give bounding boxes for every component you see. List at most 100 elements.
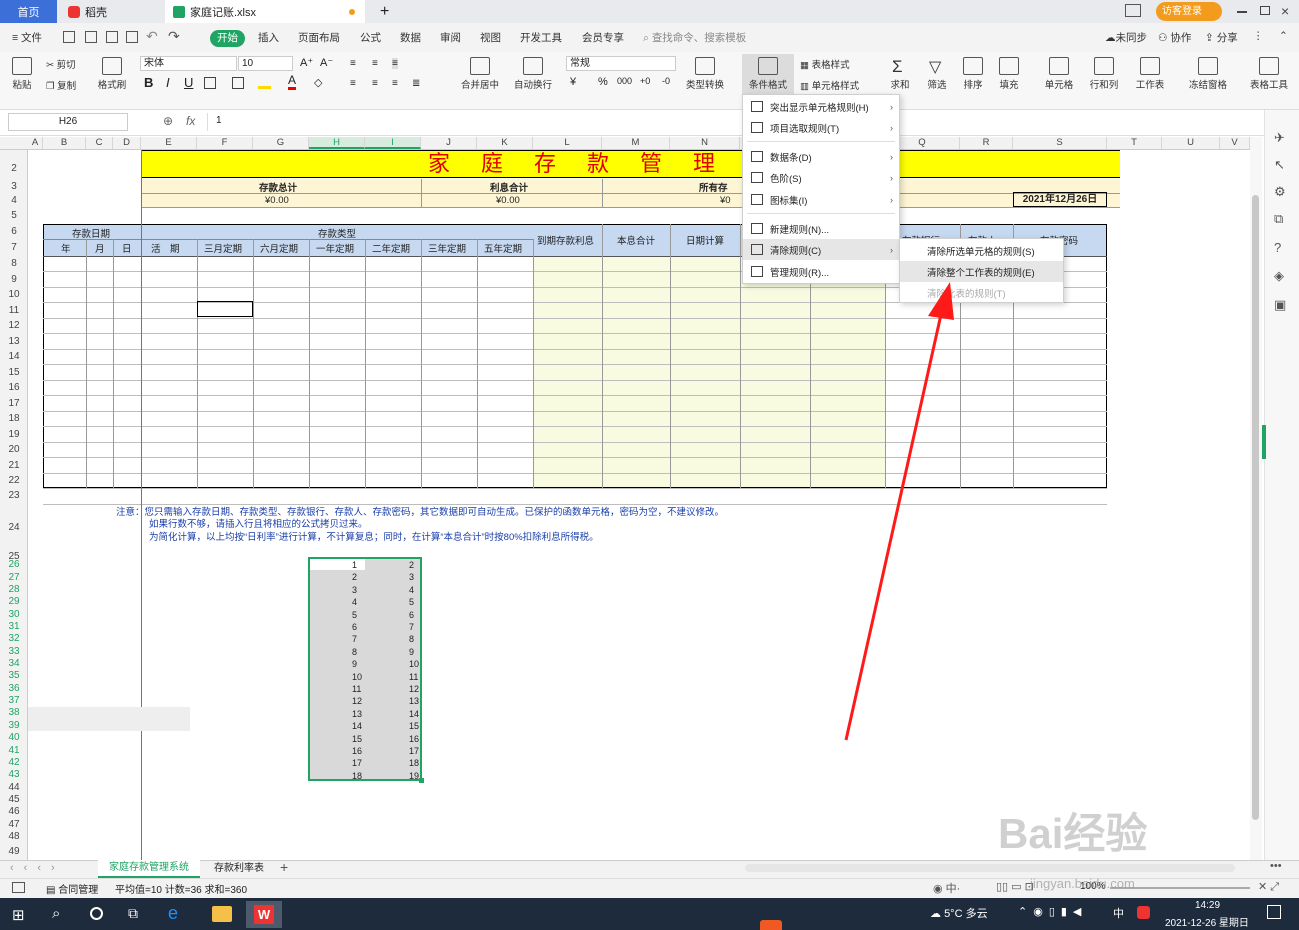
- view-mode-icons[interactable]: ▯▯ ▭ ⊡: [996, 880, 1034, 893]
- sheet-button[interactable]: 工作表: [1130, 57, 1170, 91]
- cortana-icon[interactable]: [90, 907, 103, 920]
- selected-cell-I[interactable]: 9: [409, 647, 414, 657]
- column-header-K[interactable]: K: [477, 137, 533, 149]
- selected-cell-I[interactable]: 4: [409, 585, 414, 595]
- menu-new-rule[interactable]: 新建规则(N)...: [743, 218, 899, 239]
- tab-review[interactable]: 审阅: [440, 30, 461, 45]
- tab-insert[interactable]: 插入: [258, 30, 279, 45]
- sum-button[interactable]: Σ 求和: [886, 57, 914, 91]
- layout-icon[interactable]: [1125, 4, 1141, 17]
- sheet-tab-rates[interactable]: 存款利率表: [203, 860, 275, 878]
- fullscreen-icon[interactable]: ✕ ⤢: [1258, 880, 1279, 894]
- column-header-U[interactable]: U: [1162, 137, 1220, 149]
- scroll-thumb[interactable]: [1252, 195, 1259, 820]
- restore-icon[interactable]: [1260, 6, 1270, 15]
- sort-button[interactable]: 排序: [958, 57, 988, 91]
- font-select[interactable]: 宋体: [140, 56, 237, 71]
- font-shrink-icon[interactable]: A⁻: [320, 56, 333, 69]
- table-tools-button[interactable]: 表格工具: [1245, 57, 1293, 91]
- cursor-icon[interactable]: ↖: [1274, 157, 1285, 173]
- close-icon[interactable]: ×: [1281, 3, 1289, 19]
- selected-cell-H[interactable]: 14: [352, 721, 362, 731]
- bold-icon[interactable]: B: [144, 75, 153, 90]
- column-header-N[interactable]: N: [670, 137, 740, 149]
- align-right-icon[interactable]: ≡: [392, 78, 398, 89]
- column-header-E[interactable]: E: [141, 137, 197, 149]
- selected-cell-H[interactable]: 17: [352, 758, 362, 768]
- selected-cell-H[interactable]: 15: [352, 734, 362, 744]
- justify-icon[interactable]: ≣: [412, 78, 420, 89]
- font-grow-icon[interactable]: A⁺: [300, 56, 313, 69]
- align-bottom-icon[interactable]: ≡: [392, 58, 398, 69]
- rowcol-button[interactable]: 行和列: [1085, 57, 1123, 91]
- selected-cell-I[interactable]: 7: [409, 622, 414, 632]
- selected-cell-H[interactable]: 1: [352, 560, 357, 570]
- ime-indicator[interactable]: 中: [1113, 905, 1124, 921]
- command-search[interactable]: ⌕ 查找命令、搜索模板: [643, 30, 746, 45]
- cut-button[interactable]: ✂ 剪切: [46, 57, 86, 71]
- fill-button[interactable]: 填充: [994, 57, 1024, 91]
- selected-cell-I[interactable]: 11: [409, 672, 418, 682]
- date-cell[interactable]: 2021年12月26日: [1013, 192, 1107, 207]
- cell-button[interactable]: 单元格: [1040, 57, 1078, 91]
- selected-cell-I[interactable]: 16: [409, 734, 419, 744]
- tab-file[interactable]: 家庭记账.xlsx: [165, 0, 365, 23]
- selected-cell-I[interactable]: 17: [409, 746, 419, 756]
- number-format-select[interactable]: 常规: [566, 56, 676, 71]
- tab-data[interactable]: 数据: [400, 30, 421, 45]
- column-header-L[interactable]: L: [533, 137, 602, 149]
- selected-cell-H[interactable]: 2: [352, 572, 357, 582]
- selected-cell-H[interactable]: 11: [352, 684, 361, 694]
- menu-databar[interactable]: 数据条(D) ›: [743, 146, 899, 167]
- sheet-tab-active[interactable]: 家庭存款管理系统: [98, 860, 200, 878]
- column-header-C[interactable]: C: [86, 137, 113, 149]
- paste-button[interactable]: 粘贴: [8, 57, 36, 91]
- selected-cell-H[interactable]: 8: [352, 647, 357, 657]
- minimize-icon[interactable]: [1237, 11, 1247, 13]
- freeze-button[interactable]: 冻结窗格: [1183, 57, 1233, 91]
- eye-protection-icon[interactable]: ◉ 中·: [933, 880, 960, 896]
- ime-toolbar[interactable]: [760, 918, 930, 930]
- notification-icon[interactable]: [1267, 905, 1281, 919]
- login-button[interactable]: 访客登录: [1156, 2, 1222, 21]
- selected-cell-H[interactable]: 3: [352, 585, 357, 595]
- print-icon[interactable]: [106, 31, 118, 43]
- tab-page-layout[interactable]: 页面布局: [298, 30, 340, 45]
- selected-cell-I[interactable]: 8: [409, 634, 414, 644]
- tab-member[interactable]: 会员专享: [582, 30, 624, 45]
- selected-cell-H[interactable]: 10: [352, 672, 362, 682]
- selected-cell-H[interactable]: 7: [352, 634, 357, 644]
- selected-cell-H[interactable]: 18: [352, 771, 362, 781]
- formula-input[interactable]: 1: [207, 113, 1262, 131]
- filter-button[interactable]: ▽ 筛选: [922, 57, 952, 91]
- column-header-H[interactable]: H: [309, 137, 365, 149]
- selected-cell-I[interactable]: 15: [409, 721, 419, 731]
- percent-icon[interactable]: %: [598, 76, 608, 88]
- cond-format-button[interactable]: 条件格式: [742, 54, 794, 94]
- weather-widget[interactable]: ☁ 5°C 多云: [930, 905, 988, 921]
- tray-icons[interactable]: ⌃◉▯▮◀: [1018, 905, 1087, 918]
- sync-status[interactable]: ☁未同步: [1105, 30, 1147, 45]
- merge-button[interactable]: 合并居中: [455, 57, 505, 91]
- selected-cell-I[interactable]: 3: [409, 572, 414, 582]
- more-icon[interactable]: ⋮: [1253, 30, 1264, 42]
- file-menu[interactable]: ≡ 文件: [12, 30, 42, 45]
- fx-icon[interactable]: fx: [186, 114, 195, 128]
- selected-cell-H[interactable]: 12: [352, 696, 362, 706]
- selected-cell-H[interactable]: 5: [352, 610, 357, 620]
- font-size-select[interactable]: 10: [238, 56, 293, 71]
- align-top-icon[interactable]: ≡: [350, 58, 356, 69]
- selection-range[interactable]: [308, 557, 422, 781]
- add-sheet-icon[interactable]: +: [280, 859, 288, 875]
- tab-developer[interactable]: 开发工具: [520, 30, 562, 45]
- share-button[interactable]: ⇪ 分享: [1205, 30, 1238, 45]
- selected-cell-H[interactable]: 9: [352, 659, 357, 669]
- column-header-B[interactable]: B: [43, 137, 86, 149]
- fill-handle[interactable]: [419, 778, 424, 783]
- selected-cell-I[interactable]: 18: [409, 758, 419, 768]
- table-style-button[interactable]: ▦ 表格样式: [800, 57, 866, 71]
- align-middle-icon[interactable]: ≡: [372, 58, 378, 69]
- cell-style-icon[interactable]: [232, 77, 244, 89]
- currency-icon[interactable]: ¥: [570, 76, 576, 88]
- menu-highlight-rules[interactable]: 突出显示单元格规则(H) ›: [743, 96, 899, 117]
